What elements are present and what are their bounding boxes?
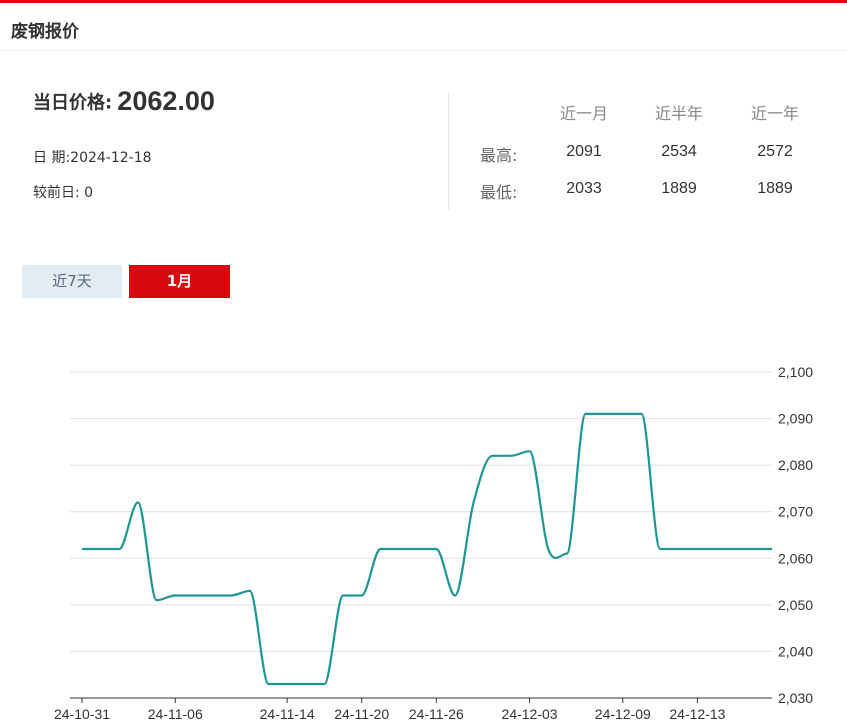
stat-col-month: 近一月 <box>559 104 608 123</box>
page-header: 废钢报价 <box>0 3 847 51</box>
data-point <box>490 453 495 458</box>
stat-row-low-label: 最低: <box>480 183 518 202</box>
data-point <box>564 551 569 556</box>
data-point <box>98 546 103 551</box>
x-tick-label: 24-11-20 <box>334 706 389 722</box>
y-tick-label: 2,100 <box>778 364 813 380</box>
divider <box>448 92 449 210</box>
tab-7-days[interactable]: 近7天 <box>22 265 122 298</box>
x-tick-label: 24-10-31 <box>54 706 110 722</box>
data-point <box>434 546 439 551</box>
data-point <box>639 411 644 416</box>
data-point <box>732 546 737 551</box>
x-tick-label: 24-12-09 <box>595 706 651 722</box>
data-point <box>378 546 383 551</box>
data-point <box>676 546 681 551</box>
data-point <box>303 682 308 687</box>
data-point <box>527 449 532 454</box>
date-value: 2024-12-18 <box>70 150 152 166</box>
data-point <box>359 593 364 598</box>
data-point <box>508 453 513 458</box>
data-point <box>602 411 607 416</box>
data-point <box>285 682 290 687</box>
y-tick-label: 2,090 <box>778 411 813 427</box>
stat-low-year: 1889 <box>757 180 793 197</box>
stat-col-year: 近一年 <box>750 104 799 123</box>
data-point <box>397 546 402 551</box>
data-point <box>266 682 271 687</box>
y-tick-label: 2,040 <box>778 643 813 659</box>
data-point <box>620 411 625 416</box>
y-tick-label: 2,030 <box>778 690 813 706</box>
data-point <box>714 546 719 551</box>
page-title: 废钢报价 <box>11 22 79 42</box>
stat-high-month: 2091 <box>566 143 602 160</box>
stat-high-year: 2572 <box>757 143 793 160</box>
data-point <box>117 546 122 551</box>
y-tick-label: 2,070 <box>778 504 813 520</box>
data-point <box>322 682 327 687</box>
data-point <box>229 593 234 598</box>
data-point <box>695 546 700 551</box>
change-line: 较前日: 0 <box>33 182 93 202</box>
data-point <box>247 588 252 593</box>
data-point <box>80 546 85 551</box>
tab-1-month[interactable]: 1月 <box>129 265 230 298</box>
series-line <box>82 412 772 686</box>
stat-col-halfyear: 近半年 <box>654 104 703 123</box>
x-tick-label: 24-11-14 <box>260 706 315 722</box>
current-price: 当日价格: 2062.00 <box>33 86 215 117</box>
data-point <box>173 593 178 598</box>
price-label: 当日价格: <box>33 92 113 114</box>
data-point <box>658 546 663 551</box>
data-point <box>452 593 457 598</box>
x-tick-label: 24-11-26 <box>409 706 464 722</box>
x-tick-label: 24-11-06 <box>148 706 203 722</box>
stat-row-high-label: 最高: <box>480 146 518 165</box>
change-value: 0 <box>84 185 94 201</box>
data-point <box>210 593 215 598</box>
data-point <box>546 546 551 551</box>
y-tick-label: 2,050 <box>778 597 813 613</box>
data-point <box>751 546 756 551</box>
data-point <box>135 500 140 505</box>
data-point <box>191 593 196 598</box>
date-label: 日 期: <box>33 150 71 166</box>
data-point <box>154 598 159 603</box>
price-value: 2062.00 <box>117 86 215 116</box>
data-point <box>415 546 420 551</box>
data-point <box>471 500 476 505</box>
stat-low-month: 2033 <box>566 180 602 197</box>
x-tick-label: 24-12-13 <box>669 706 725 722</box>
x-tick-label: 24-12-03 <box>502 706 558 722</box>
y-tick-label: 2,080 <box>778 457 813 473</box>
stat-low-halfyear: 1889 <box>661 180 697 197</box>
change-label: 较前日: <box>33 185 80 201</box>
data-point <box>341 593 346 598</box>
data-point <box>770 546 775 551</box>
price-line-chart: 2,030 2,040 2,050 2,060 2,070 2,080 2,090 2,100… <box>54 364 813 722</box>
y-tick-label: 2,060 <box>778 550 813 566</box>
date-line: 日 期:2024-12-18 <box>33 147 152 167</box>
stat-high-halfyear: 2534 <box>661 143 697 160</box>
data-point <box>583 411 588 416</box>
